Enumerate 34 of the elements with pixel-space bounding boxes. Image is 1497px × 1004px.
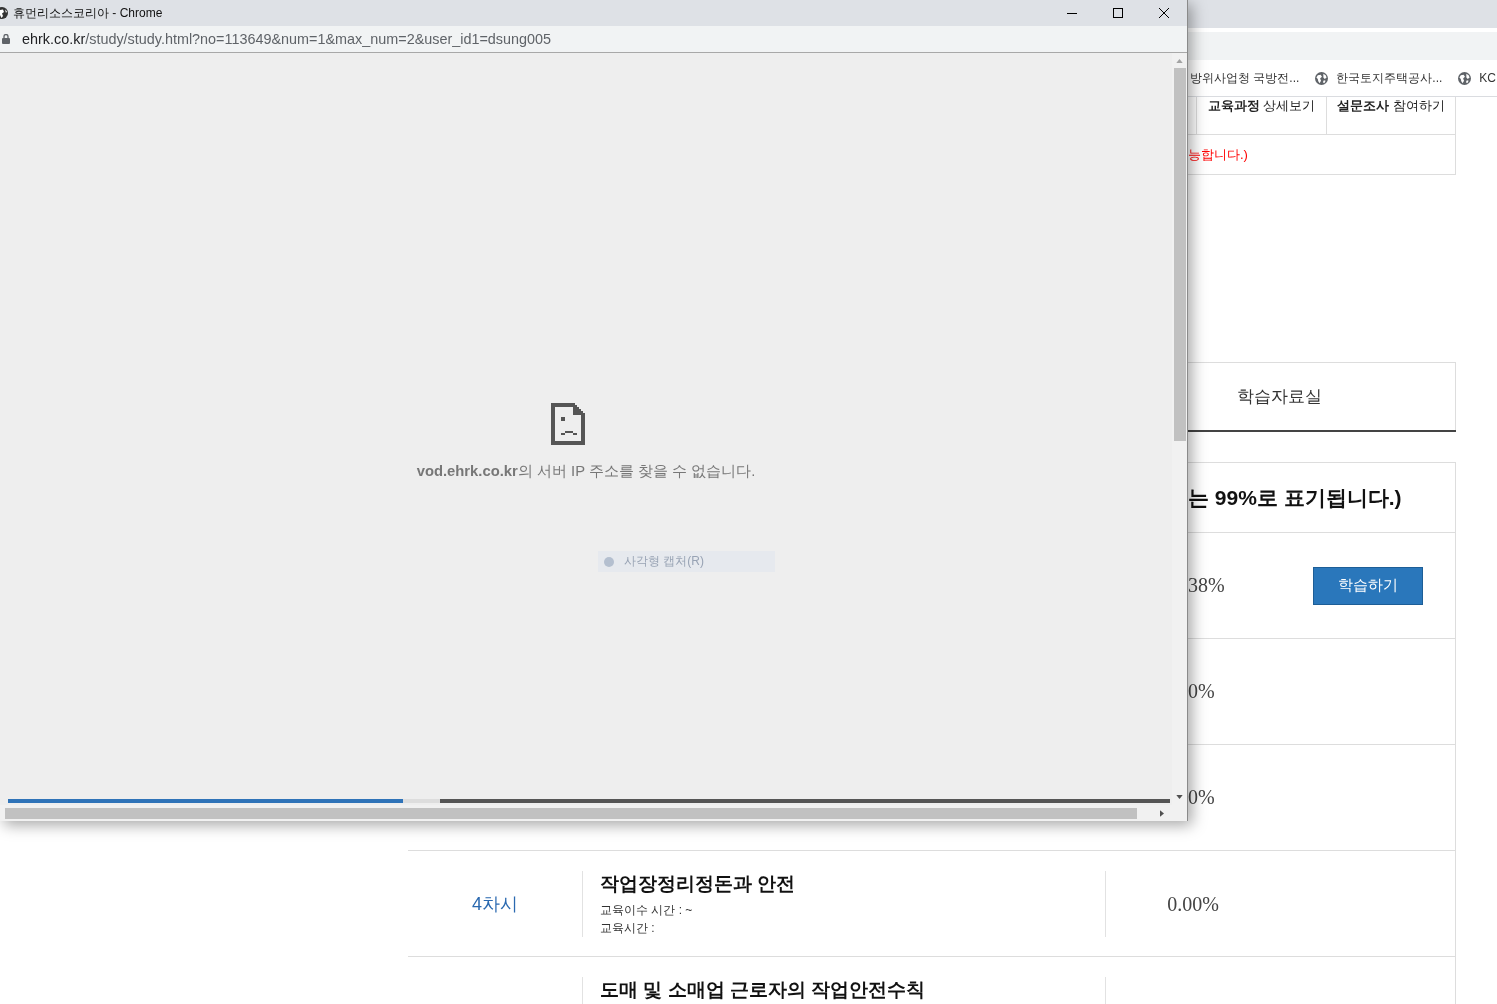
scroll-down-icon[interactable] (1176, 795, 1183, 799)
lesson-detail: 교육시간 : (600, 920, 656, 937)
error-message: vod.ehrk.co.kr의 서버 IP 주소를 찾을 수 없습니다. (416, 462, 756, 480)
globe-icon (1458, 71, 1472, 85)
scroll-right-icon[interactable] (1160, 809, 1164, 817)
close-icon (1159, 8, 1169, 18)
lesson-title: 도매 및 소매업 근로자의 작업안전수칙 (600, 978, 927, 1002)
globe-icon (0, 7, 8, 19)
progress-percent: 38% (1188, 574, 1225, 597)
minimize-icon (1067, 12, 1077, 14)
lesson-title: 작업장정리정돈과 안전 (600, 872, 797, 896)
study-button[interactable]: 학습하기 (1313, 566, 1423, 605)
lock-icon (2, 34, 10, 44)
capture-tooltip: 사각형 캡처(R) (598, 551, 775, 572)
progress-note: 는 99%로 표기됩니다.) (1188, 484, 1402, 511)
window-title: 휴먼리소스코리아 - Chrome (13, 4, 163, 22)
session-label: 4차시 (472, 893, 518, 916)
progress-percent: 0% (1188, 786, 1215, 809)
address-bar[interactable]: ehrk.co.kr/study/study.html?no=113649&num=1&max_num=2&user_id1=dsung005 (0, 26, 1187, 53)
progress-percent: 0% (1188, 680, 1215, 703)
maximize-icon (1113, 8, 1123, 18)
bookmark-link[interactable]: KC (1458, 71, 1497, 85)
globe-icon (1315, 71, 1329, 85)
notice-text: 능합니다.) (1188, 145, 1248, 164)
scrollbar-thumb[interactable] (1173, 68, 1186, 441)
progress-percent: 0.00% (1167, 892, 1219, 916)
lesson-detail: 교육이수 시간 : ~ (600, 902, 694, 919)
dot-icon (604, 556, 614, 567)
course-link[interactable]: 설문조사 참여하기 (1326, 97, 1456, 134)
sad-file-icon (551, 403, 585, 445)
bookmark-link[interactable]: 한국토지주택공사... (1315, 69, 1443, 87)
bookmark-link[interactable]: 방위사업청 국방전... (1190, 69, 1300, 87)
course-link[interactable]: 교육과정 상세보기 (1196, 97, 1326, 134)
scrollbar-thumb[interactable] (5, 807, 1137, 819)
